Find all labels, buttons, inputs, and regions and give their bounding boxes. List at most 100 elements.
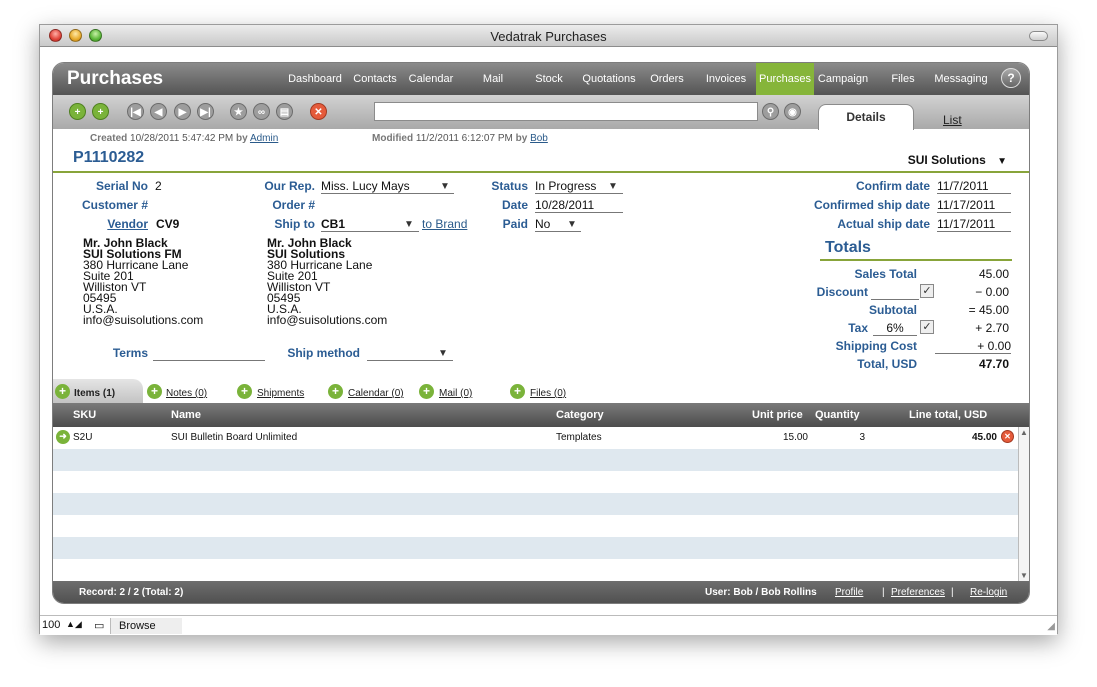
chevron-down-icon[interactable]: ▼ (440, 181, 450, 192)
zoom-level[interactable]: 100 (42, 619, 60, 631)
delete-record-button[interactable]: ✕ (310, 103, 327, 120)
to-brand-link[interactable]: to Brand (422, 217, 467, 231)
resize-grip-icon[interactable]: ◢ (1047, 621, 1055, 632)
nav-invoices[interactable]: Invoices (701, 63, 751, 95)
new-record-button[interactable]: + (69, 103, 86, 120)
discount-label: Discount (816, 285, 868, 299)
discount-field[interactable] (871, 286, 919, 300)
link-icon[interactable]: ∞ (253, 103, 270, 120)
nav-calendar[interactable]: Calendar (403, 63, 459, 95)
nav-quotations[interactable]: Quotations (579, 63, 639, 95)
tab-notes[interactable]: Notes (0) (166, 388, 207, 399)
discount-checkbox[interactable]: ✓ (920, 284, 934, 298)
delete-row-button[interactable]: ✕ (1001, 430, 1014, 443)
chevron-down-icon[interactable]: ▼ (438, 348, 448, 359)
nav-contacts[interactable]: Contacts (347, 63, 403, 95)
help-button[interactable]: ? (1001, 68, 1021, 88)
favorite-star-icon[interactable]: ★ (230, 103, 247, 120)
modified-value: 11/2/2011 6:12:07 PM (415, 133, 513, 144)
created-by-link[interactable]: Admin (250, 133, 278, 144)
col-quantity[interactable]: Quantity (815, 409, 860, 421)
relogin-link[interactable]: Re-login (970, 587, 1007, 598)
tab-shipments[interactable]: Shipments (257, 388, 304, 399)
open-row-icon[interactable]: ➜ (56, 430, 70, 444)
layout-toggle-icon[interactable]: ▭ (94, 619, 104, 632)
nav-files[interactable]: Files (883, 63, 923, 95)
vendor-address-email: info@suisolutions.com (83, 313, 204, 327)
mode-indicator[interactable]: Browse (110, 618, 182, 634)
nav-dashboard[interactable]: Dashboard (283, 63, 347, 95)
nav-orders[interactable]: Orders (645, 63, 689, 95)
items-table-body: ➜ S2U SUI Bulletin Board Unlimited Templ… (53, 427, 1018, 581)
scroll-up-icon[interactable]: ▲ (1020, 428, 1028, 437)
scroll-down-icon[interactable]: ▼ (1020, 571, 1028, 580)
view-icon[interactable]: ◉ (784, 103, 801, 120)
divider (53, 171, 1029, 173)
tab-items[interactable]: Items (1) (74, 388, 115, 399)
col-name[interactable]: Name (171, 409, 201, 421)
profile-link[interactable]: Profile (835, 587, 863, 598)
total-label: Total, USD (857, 357, 917, 371)
previous-record-icon[interactable]: ◀ (150, 103, 167, 120)
chevron-down-icon[interactable]: ▼ (567, 219, 577, 230)
chevron-down-icon[interactable]: ▼ (608, 181, 618, 192)
first-record-icon[interactable]: |◀ (127, 103, 144, 120)
nav-campaign[interactable]: Campaign (814, 63, 872, 95)
serial-no-value[interactable]: 2 (155, 179, 162, 193)
company-selector[interactable]: SUI Solutions ▼ (908, 153, 1007, 167)
tab-list[interactable]: List (943, 113, 962, 127)
toolbar-toggle-button[interactable] (1029, 31, 1048, 41)
add-shipment-icon[interactable]: + (237, 384, 252, 399)
confirm-date-field[interactable]: 11/7/2011 (937, 180, 1011, 194)
print-icon[interactable]: ▤ (276, 103, 293, 120)
terms-field[interactable] (153, 347, 265, 361)
tax-checkbox[interactable]: ✓ (920, 320, 934, 334)
add-file-icon[interactable]: + (510, 384, 525, 399)
vendor-value[interactable]: CV9 (156, 217, 179, 231)
table-scrollbar[interactable]: ▲ ▼ (1018, 427, 1029, 581)
add-calendar-icon[interactable]: + (328, 384, 343, 399)
tax-rate-field[interactable]: 6% (873, 322, 917, 336)
tab-mail[interactable]: Mail (0) (439, 388, 472, 399)
duplicate-record-button[interactable]: + (92, 103, 109, 120)
shipping-cost-field[interactable]: + 0.00 (935, 340, 1011, 354)
confirmed-ship-date-label: Confirmed ship date (813, 198, 930, 212)
chevron-down-icon[interactable]: ▼ (404, 219, 414, 230)
add-note-icon[interactable]: + (147, 384, 162, 399)
nav-messaging[interactable]: Messaging (929, 63, 993, 95)
col-category[interactable]: Category (556, 409, 604, 421)
search-icon[interactable]: ⚲ (762, 103, 779, 120)
row-quantity: 3 (859, 432, 865, 443)
date-field[interactable]: 10/28/2011 (535, 199, 623, 213)
col-line-total[interactable]: Line total, USD (909, 409, 987, 421)
status-bar: 100 ▲◢ ▭ Browse ◢ (40, 615, 1057, 635)
tab-calendar[interactable]: Calendar (0) (348, 388, 404, 399)
actual-ship-date-field[interactable]: 11/17/2011 (937, 218, 1011, 232)
next-record-icon[interactable]: ▶ (174, 103, 191, 120)
serial-no-label: Serial No (95, 179, 148, 193)
modified-by-link[interactable]: Bob (530, 133, 548, 144)
tax-value: + 2.70 (975, 321, 1009, 335)
our-rep-select[interactable]: Miss. Lucy Mays (321, 180, 454, 194)
col-sku[interactable]: SKU (73, 409, 96, 421)
col-unit-price[interactable]: Unit price (752, 409, 803, 421)
row-category: Templates (556, 432, 602, 443)
tab-files[interactable]: Files (0) (530, 388, 566, 399)
customer-label: Customer # (81, 198, 148, 212)
created-by-label: by (236, 133, 248, 144)
add-item-icon[interactable]: + (55, 384, 70, 399)
zoom-icon[interactable]: ▲◢ (66, 619, 82, 630)
nav-stock[interactable]: Stock (529, 63, 569, 95)
confirmed-ship-date-field[interactable]: 11/17/2011 (937, 199, 1011, 213)
nav-mail[interactable]: Mail (473, 63, 513, 95)
table-row[interactable]: ➜ S2U SUI Bulletin Board Unlimited Templ… (53, 427, 1018, 449)
tab-details[interactable]: Details (818, 104, 914, 130)
nav-purchases[interactable]: Purchases (756, 63, 814, 95)
search-input[interactable] (374, 102, 758, 121)
actual-ship-date-value: 11/17/2011 (937, 217, 996, 231)
ship-method-label: Ship method (287, 346, 360, 360)
vendor-link[interactable]: Vendor (73, 217, 148, 231)
add-mail-icon[interactable]: + (419, 384, 434, 399)
preferences-link[interactable]: Preferences (891, 587, 945, 598)
last-record-icon[interactable]: ▶| (197, 103, 214, 120)
